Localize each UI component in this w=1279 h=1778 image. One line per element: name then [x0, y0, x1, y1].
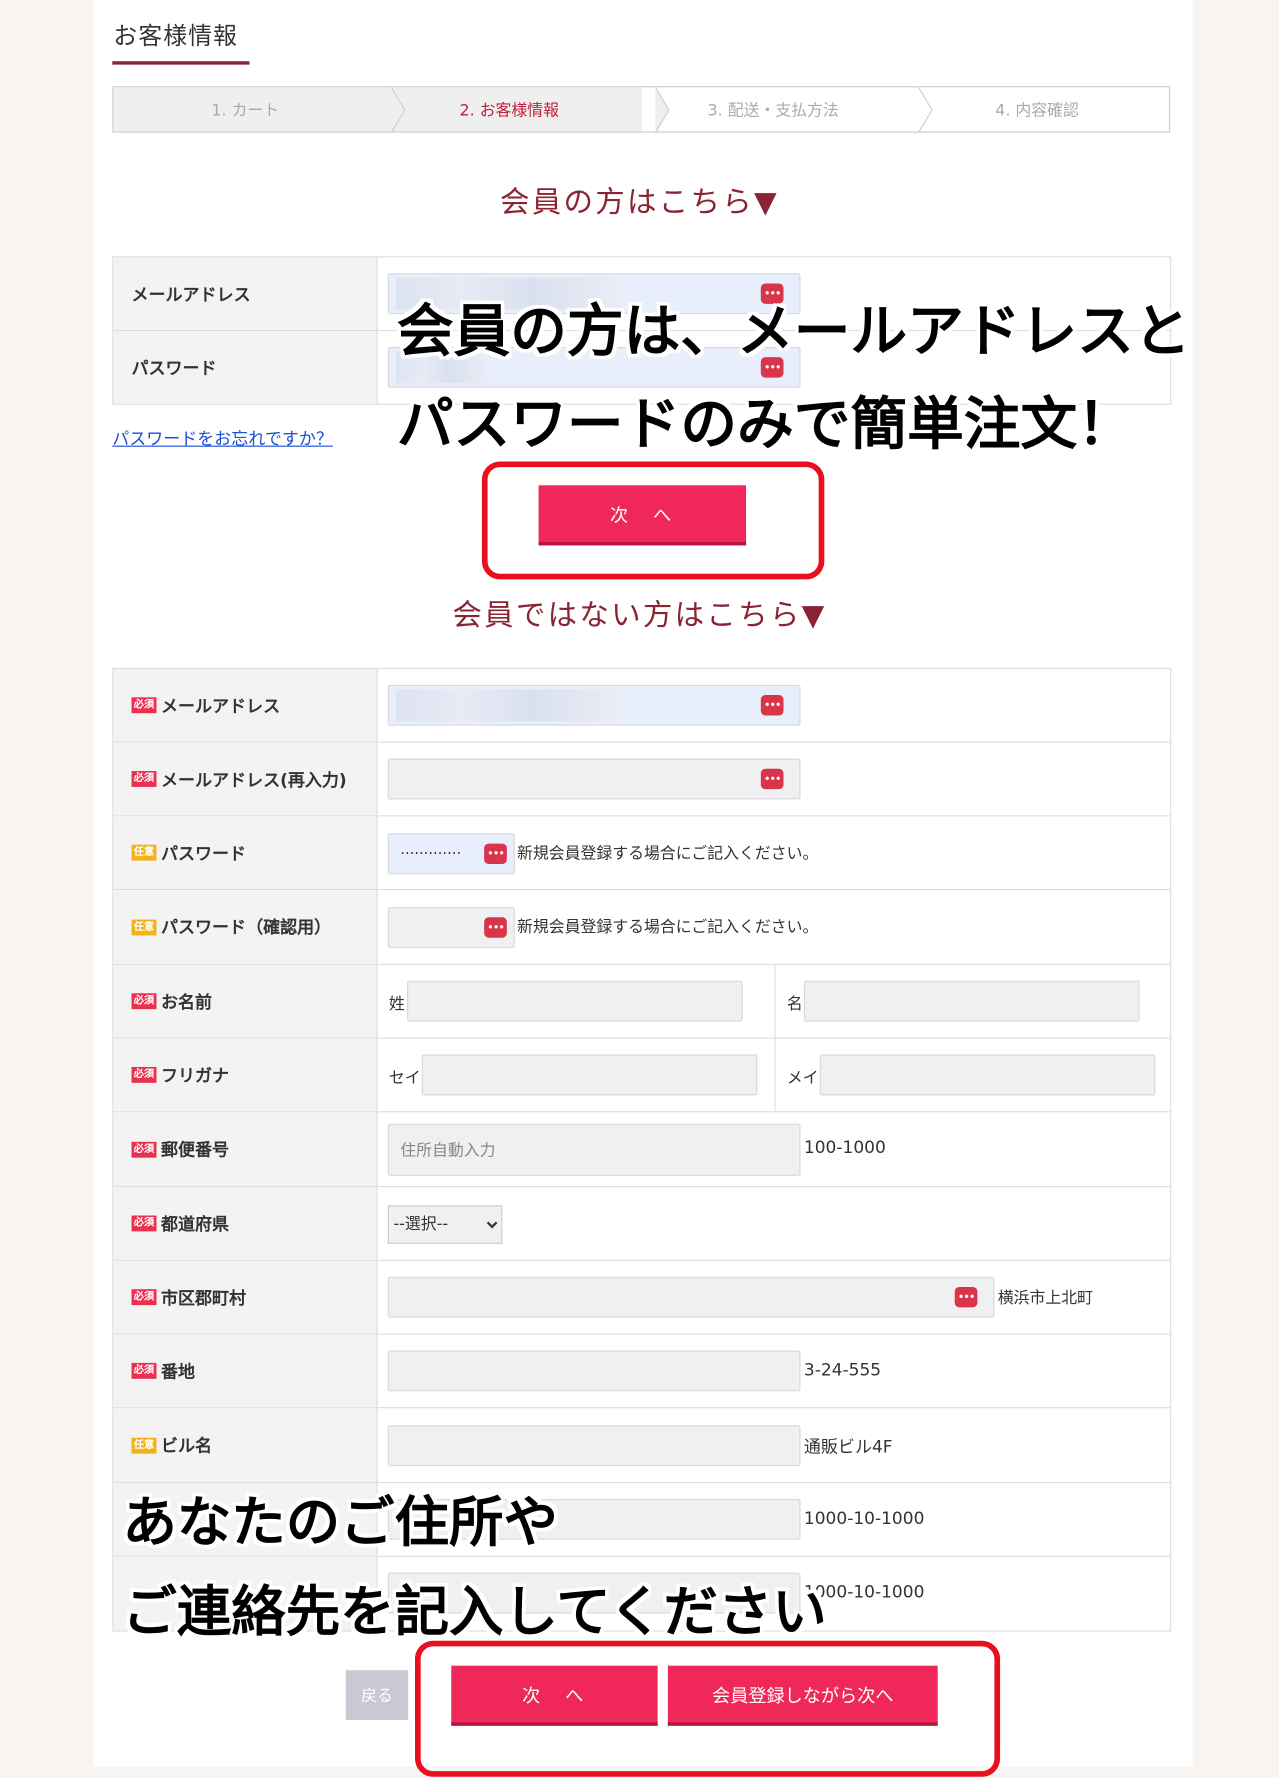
annotation-member-line1: 会員の方は、メールアドレスと — [396, 298, 1191, 364]
step-label: 4. 内容確認 — [995, 101, 1079, 120]
last-name-input[interactable] — [407, 980, 743, 1022]
field-label: 任意 ビル名 — [113, 1408, 378, 1482]
guest-building-row: 任意 ビル名 通販ビル4F — [113, 1408, 1171, 1484]
step-shipping-payment: 3. 配送・支払方法 — [641, 87, 933, 133]
member-email-label: メールアドレス — [113, 257, 378, 330]
column-divider — [774, 964, 776, 1038]
field-label: 必須 郵便番号 — [113, 1112, 378, 1187]
field-label: 必須 都道府県 — [113, 1187, 378, 1260]
field-label: 必須 お名前 — [113, 964, 378, 1038]
field-label: 必須 番地 — [113, 1334, 378, 1408]
field-label: 任意 パスワード（確認用） — [113, 890, 378, 964]
phone-example: 1000-10-1000 — [803, 1508, 925, 1529]
highlight-frame — [481, 461, 825, 580]
first-kana-label: メイ — [786, 1069, 819, 1088]
guest-heading: 会員ではない方はこちら▼ — [452, 598, 827, 633]
prefecture-select[interactable]: --選択-- — [387, 1205, 503, 1244]
guest-email-confirm-row: 必須 メールアドレス(再入力) ••• — [113, 742, 1171, 817]
last-kana-input[interactable] — [421, 1054, 758, 1096]
guest-password-confirm-input[interactable]: ••• — [387, 907, 515, 948]
member-heading: 会員の方はこちら▼ — [500, 185, 779, 220]
first-name-input[interactable] — [803, 980, 1140, 1022]
annotation-guest-line2: ご連絡先を記入してください — [122, 1580, 827, 1645]
blurred-text — [395, 689, 623, 722]
zip-input[interactable]: 住所自動入力 — [387, 1123, 801, 1176]
required-badge: 必須 — [131, 771, 157, 787]
guest-email-input[interactable]: ••• — [387, 684, 801, 726]
field-label: 必須 市区郡町村 — [113, 1260, 378, 1334]
required-badge: 必須 — [131, 1215, 157, 1232]
forgot-password-link[interactable]: パスワードをお忘れですか？ — [112, 426, 333, 450]
guest-email-confirm-input[interactable]: ••• — [387, 758, 801, 800]
building-example: 通販ビル4F — [803, 1436, 893, 1458]
guest-street-row: 必須 番地 3-24-555 — [113, 1334, 1171, 1409]
guest-prefecture-row: 必須 都道府県 --選択-- — [113, 1187, 1171, 1261]
password-manager-icon[interactable]: ••• — [484, 917, 507, 938]
checkout-steps: 1. カート 2. お客様情報 3. 配送・支払方法 4. 内容確認 — [112, 86, 1171, 133]
guest-password-input[interactable]: ············· ••• — [387, 833, 515, 875]
field-label: 任意 パスワード — [113, 816, 378, 889]
street-example: 3-24-555 — [803, 1359, 882, 1380]
required-badge: 必須 — [131, 1289, 157, 1306]
back-button[interactable]: 戻る — [345, 1670, 409, 1721]
step-confirm: 4. 内容確認 — [905, 87, 1169, 131]
first-name-label: 名 — [786, 995, 803, 1014]
annotation-member-line2: パスワードのみで簡単注文！ — [396, 391, 1134, 457]
first-kana-input[interactable] — [819, 1054, 1156, 1096]
password-confirm-hint: 新規会員登録する場合にご記入ください。 — [517, 918, 819, 937]
city-input[interactable]: ••• — [387, 1276, 995, 1318]
street-input[interactable] — [387, 1350, 801, 1392]
city-example: 横浜市上北町 — [997, 1289, 1094, 1308]
required-badge: 必須 — [131, 1141, 157, 1158]
title-underline — [112, 61, 250, 65]
building-input[interactable] — [387, 1425, 801, 1467]
member-password-label: パスワード — [113, 331, 378, 404]
guest-name-row: 必須 お名前 姓 名 — [113, 964, 1171, 1039]
password-manager-icon[interactable]: ••• — [484, 843, 507, 865]
optional-badge: 任意 — [131, 1437, 157, 1454]
highlight-frame — [414, 1640, 1001, 1777]
optional-badge: 任意 — [131, 919, 157, 935]
required-badge: 必須 — [131, 697, 157, 714]
password-manager-icon[interactable]: ••• — [760, 768, 784, 790]
page-title: お客様情報 — [113, 22, 239, 50]
guest-kana-row: 必須 フリガナ セイ メイ — [113, 1038, 1171, 1113]
guest-zip-row: 必須 郵便番号 住所自動入力 100-1000 — [113, 1112, 1171, 1188]
optional-badge: 任意 — [131, 844, 157, 861]
step-cart: 1. カート — [113, 87, 406, 133]
password-hint: 新規会員登録する場合にご記入ください。 — [517, 844, 819, 863]
step-label: 3. 配送・支払方法 — [707, 101, 839, 120]
guest-password-confirm-row: 任意 パスワード（確認用） ••• 新規会員登録する場合にご記入ください。 — [113, 890, 1171, 965]
step-label: 1. カート — [211, 101, 280, 120]
last-name-label: 姓 — [388, 995, 405, 1014]
zip-example: 100-1000 — [803, 1137, 886, 1158]
last-kana-label: セイ — [388, 1069, 421, 1088]
guest-password-row: 任意 パスワード ············· ••• 新規会員登録する場合にご記入… — [113, 816, 1171, 891]
column-divider — [774, 1038, 776, 1112]
required-badge: 必須 — [131, 993, 157, 1010]
required-badge: 必須 — [131, 1066, 157, 1083]
password-manager-icon[interactable]: ••• — [954, 1286, 978, 1308]
step-label: 2. お客様情報 — [459, 101, 560, 120]
field-label: 必須 メールアドレス(再入力) — [113, 742, 378, 816]
guest-email-row: 必須 メールアドレス ••• — [113, 668, 1171, 743]
guest-city-row: 必須 市区郡町村 ••• 横浜市上北町 — [113, 1260, 1171, 1335]
field-label: 必須 フリガナ — [113, 1038, 378, 1112]
required-badge: 必須 — [131, 1362, 157, 1379]
annotation-guest-line1: あなたのご住所や — [122, 1491, 558, 1555]
field-label: 必須 メールアドレス — [113, 668, 378, 742]
step-customer-info: 2. お客様情報 — [377, 87, 670, 133]
password-manager-icon[interactable]: ••• — [760, 695, 784, 716]
